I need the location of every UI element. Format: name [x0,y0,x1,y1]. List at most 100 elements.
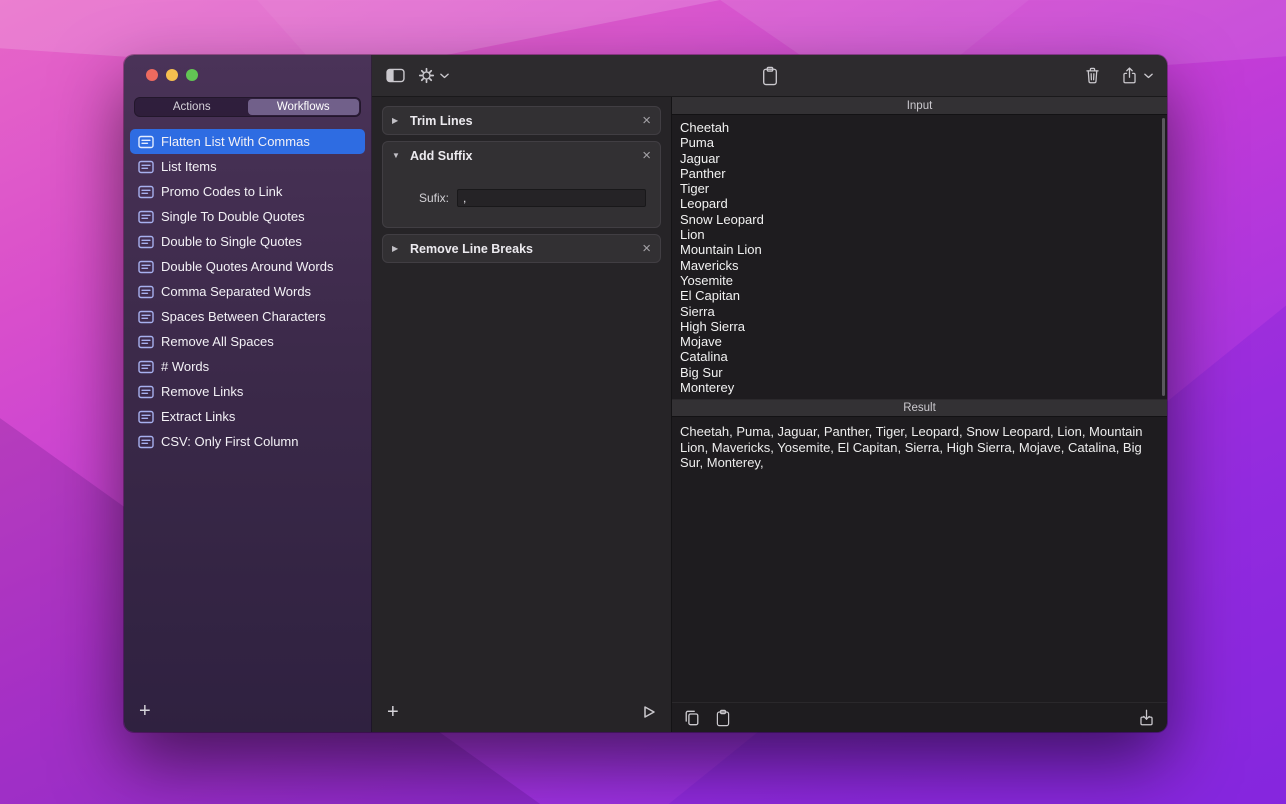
sidebar-item-list-items[interactable]: List Items [130,154,365,179]
sidebar-item-double-to-single-quotes[interactable]: Double to Single Quotes [130,229,365,254]
input-line: El Capitan [680,288,1153,303]
settings-button[interactable] [418,67,449,84]
toolbar [372,55,1167,97]
input-line: Mojave [680,334,1153,349]
chevron-down-icon [440,73,449,79]
workflow-icon [138,285,154,299]
window-controls [124,55,371,81]
save-result-button[interactable] [1138,708,1155,727]
sidebar-item-csv-only-first-column[interactable]: CSV: Only First Column [130,429,365,454]
tab-workflows[interactable]: Workflows [248,99,360,115]
action-card-add-suffix[interactable]: ▼ Add Suffix × Sufix: [382,141,661,228]
input-line: Sierra [680,304,1153,319]
trash-icon [1084,66,1101,85]
suffix-input[interactable] [457,189,646,207]
sidebar-toggle-button[interactable] [386,68,405,83]
input-line: Cheetah [680,120,1153,135]
workflow-label: Extract Links [161,409,235,424]
workflow-label: Remove All Spaces [161,334,274,349]
workflow-icon [138,385,154,399]
input-line: Monterey [680,380,1153,395]
action-card-title: Add Suffix [410,149,634,163]
add-action-button[interactable]: + [387,702,399,722]
input-line: Big Sur [680,365,1153,380]
workflow-label: CSV: Only First Column [161,434,299,449]
sidebar-item-single-to-double-quotes[interactable]: Single To Double Quotes [130,204,365,229]
sidebar-item-remove-all-spaces[interactable]: Remove All Spaces [130,329,365,354]
sidebar-footer: + [124,701,371,732]
input-line: Panther [680,166,1153,181]
input-line: Mountain Lion [680,242,1153,257]
workflow-icon [138,260,154,274]
workflow-label: Single To Double Quotes [161,209,305,224]
add-workflow-button[interactable]: + [139,700,151,722]
minimize-window-button[interactable] [166,69,178,81]
content: ▶ Trim Lines × ▼ Add Suffix × Sufix: [372,97,1167,732]
sidebar-item-extract-links[interactable]: Extract Links [130,404,365,429]
close-icon[interactable]: × [642,148,651,163]
sidebar-segmented-control: Actions Workflows [134,97,361,117]
share-button[interactable] [1121,66,1153,85]
result-text: Cheetah, Puma, Jaguar, Panther, Tiger, L… [680,424,1143,470]
result-area: Cheetah, Puma, Jaguar, Panther, Tiger, L… [672,417,1167,702]
workflow-label: Flatten List With Commas [161,134,310,149]
io-panel: Input Cheetah Puma Jaguar Panther Tiger … [672,97,1167,732]
input-line: Tiger [680,181,1153,196]
main-area: ▶ Trim Lines × ▼ Add Suffix × Sufix: [372,55,1167,732]
copy-result-button[interactable] [684,709,700,727]
paste-button[interactable] [761,66,779,86]
sidebar-item-double-quotes-around-words[interactable]: Double Quotes Around Words [130,254,365,279]
sidebar-item-words-count[interactable]: # Words [130,354,365,379]
workflow-icon [138,135,154,149]
workflow-icon [138,410,154,424]
action-card-remove-line-breaks[interactable]: ▶ Remove Line Breaks × [382,234,661,263]
disclosure-triangle-icon[interactable]: ▶ [392,244,402,253]
workflow-label: Double to Single Quotes [161,234,302,249]
workflow-icon [138,310,154,324]
sidebar-item-remove-links[interactable]: Remove Links [130,379,365,404]
input-header: Input [672,97,1167,115]
input-line: Jaguar [680,151,1153,166]
input-line: High Sierra [680,319,1153,334]
disclosure-triangle-icon[interactable]: ▶ [392,116,402,125]
workflow-icon [138,235,154,249]
workflow-label: Double Quotes Around Words [161,259,333,274]
workflow-steps-panel: ▶ Trim Lines × ▼ Add Suffix × Sufix: [372,97,672,732]
tab-actions[interactable]: Actions [136,99,248,115]
close-icon[interactable]: × [642,241,651,256]
input-area[interactable]: Cheetah Puma Jaguar Panther Tiger Leopar… [672,115,1167,399]
gear-icon [418,67,435,84]
delete-button[interactable] [1084,66,1101,85]
close-window-button[interactable] [146,69,158,81]
zoom-window-button[interactable] [186,69,198,81]
io-footer [672,702,1167,732]
workflow-icon [138,185,154,199]
input-line: Lion [680,227,1153,242]
actions-footer: + [372,692,671,732]
workflow-label: Comma Separated Words [161,284,311,299]
input-line: Mavericks [680,258,1153,273]
sidebar-item-promo-codes-to-link[interactable]: Promo Codes to Link [130,179,365,204]
paste-input-button[interactable] [715,709,731,727]
action-cards: ▶ Trim Lines × ▼ Add Suffix × Sufix: [372,97,671,692]
sidebar-item-comma-separated-words[interactable]: Comma Separated Words [130,279,365,304]
sidebar-item-spaces-between-characters[interactable]: Spaces Between Characters [130,304,365,329]
workflow-label: Spaces Between Characters [161,309,326,324]
input-line: Leopard [680,196,1153,211]
workflow-icon [138,360,154,374]
save-download-icon [1138,708,1155,727]
disclosure-triangle-icon[interactable]: ▼ [392,151,402,160]
input-line: Snow Leopard [680,212,1153,227]
input-line: Yosemite [680,273,1153,288]
scrollbar[interactable] [1162,118,1165,396]
close-icon[interactable]: × [642,113,651,128]
action-card-trim-lines[interactable]: ▶ Trim Lines × [382,106,661,135]
run-workflow-button[interactable] [642,705,656,719]
play-icon [642,705,656,719]
chevron-down-icon [1144,73,1153,79]
workflow-label: Remove Links [161,384,243,399]
suffix-field-label: Sufix: [383,191,457,205]
workflow-icon [138,335,154,349]
sidebar-item-flatten-list-with-commas[interactable]: Flatten List With Commas [130,129,365,154]
input-line: Catalina [680,349,1153,364]
